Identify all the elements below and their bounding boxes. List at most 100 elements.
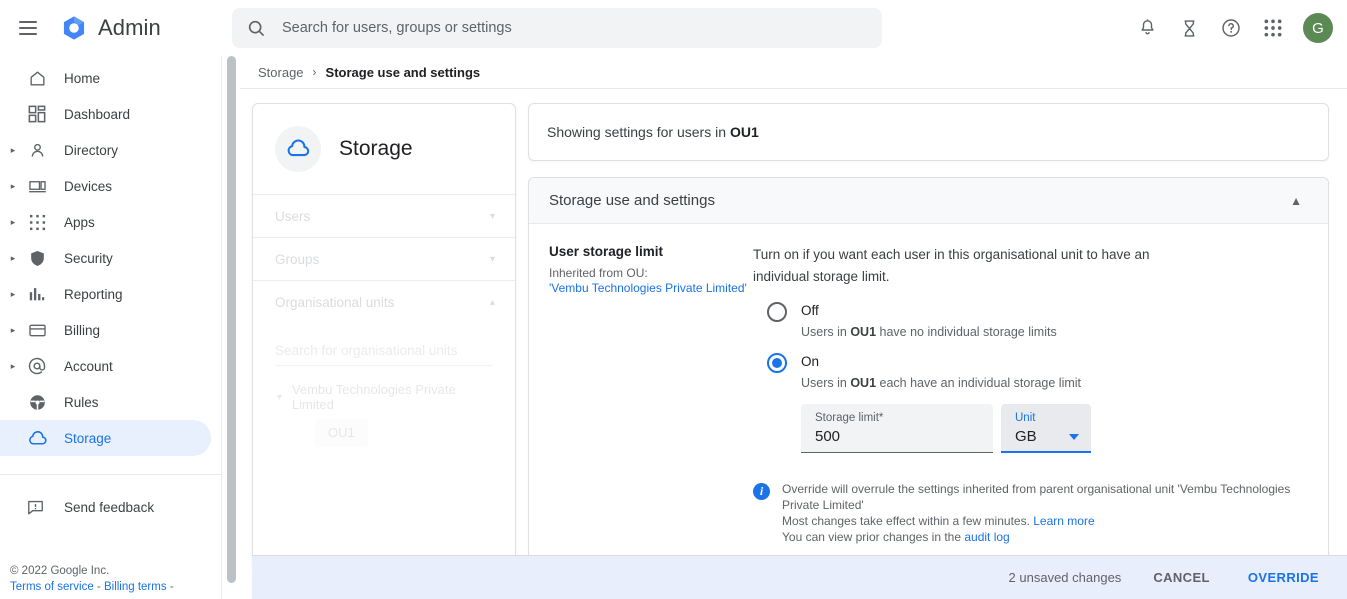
- ou-tree-panel: ▼ Vembu Technologies Private Limited OU1: [253, 323, 515, 447]
- breadcrumb-separator: ›: [312, 65, 317, 79]
- chevron-right-icon[interactable]: ▸: [8, 325, 18, 335]
- chevron-down-icon: ▾: [489, 253, 495, 265]
- caret-down-icon[interactable]: ▼: [275, 392, 284, 402]
- settings-column: Showing settings for users in OU1 Storag…: [528, 103, 1329, 570]
- sub-prefix: Users in: [801, 325, 847, 339]
- settings-section-body: User storage limit Inherited from OU: 'V…: [529, 224, 1328, 569]
- ou-tree: ▼ Vembu Technologies Private Limited OU1: [275, 382, 493, 447]
- sidebar-item-security[interactable]: ▸ Security: [0, 240, 211, 276]
- sidebar-item-reporting[interactable]: ▸ Reporting: [0, 276, 211, 312]
- breadcrumb: Storage › Storage use and settings: [240, 56, 1347, 88]
- inherited-label: Inherited from OU:: [549, 266, 648, 280]
- help-icon[interactable]: [1211, 8, 1251, 48]
- copyright-text: © 2022 Google Inc.: [10, 565, 110, 577]
- google-admin-logo-icon: [63, 16, 85, 40]
- storage-card-row-organisational-units[interactable]: Organisational units ▴: [253, 280, 515, 323]
- info-icon: i: [753, 483, 770, 500]
- admin-brand[interactable]: Admin: [60, 14, 161, 42]
- chevron-right-icon[interactable]: ▸: [8, 181, 18, 191]
- billing-terms-link[interactable]: Billing terms: [104, 581, 167, 593]
- dropdown-caret-icon[interactable]: [1069, 434, 1079, 440]
- unit-value: GB: [1015, 428, 1037, 445]
- hamburger-icon[interactable]: [4, 4, 52, 52]
- info-line-2: Most changes take effect within a few mi…: [782, 513, 1302, 529]
- terms-of-service-link[interactable]: Terms of service: [10, 581, 94, 593]
- sidebar-divider: [0, 474, 221, 475]
- credit-card-icon: [26, 319, 48, 341]
- learn-more-link[interactable]: Learn more: [1033, 514, 1094, 528]
- inherited-from-text: Inherited from OU: 'Vembu Technologies P…: [549, 266, 753, 296]
- row-label: Users: [275, 208, 311, 224]
- hourglass-icon[interactable]: [1169, 8, 1209, 48]
- sidebar-item-account[interactable]: ▸ Account: [0, 348, 211, 384]
- avatar[interactable]: G: [1303, 13, 1333, 43]
- override-info-text: Override will overrule the settings inhe…: [782, 481, 1302, 545]
- sidebar-item-label: Reporting: [64, 286, 123, 302]
- sidebar-item-rules[interactable]: Rules: [0, 384, 211, 420]
- radio-off-input[interactable]: [767, 302, 787, 322]
- override-button[interactable]: OVERRIDE: [1242, 562, 1325, 593]
- chevron-right-icon[interactable]: ▸: [8, 253, 18, 263]
- apps-grid-icon[interactable]: [1253, 8, 1293, 48]
- sidebar-item-label: Devices: [64, 178, 113, 194]
- ou-tree-item-ou1[interactable]: OU1: [315, 418, 368, 447]
- storage-card-header: Storage: [253, 104, 515, 194]
- home-icon: [26, 67, 48, 89]
- unit-label: Unit: [1015, 412, 1036, 424]
- sidebar-item-label: Apps: [64, 214, 95, 230]
- sidebar-item-directory[interactable]: ▸ Directory: [0, 132, 211, 168]
- storage-limit-input[interactable]: [815, 428, 979, 445]
- radio-off-sublabel: Users in OU1 have no individual storage …: [801, 325, 1057, 339]
- person-icon: [26, 139, 48, 161]
- panes: Storage Users ▾ Groups ▾ Organisational …: [240, 89, 1347, 577]
- sidebar-nav: Home Dashboard ▸ Directory ▸ Devices ▸ A…: [0, 56, 222, 599]
- sidebar-item-storage[interactable]: Storage: [0, 420, 211, 456]
- chevron-right-icon[interactable]: ▸: [8, 145, 18, 155]
- sidebar-item-apps[interactable]: ▸ Apps: [0, 204, 211, 240]
- search-input[interactable]: [282, 20, 868, 36]
- sub-suffix: each have an individual storage limit: [879, 376, 1082, 390]
- dashboard-icon: [26, 103, 48, 125]
- sub-prefix: Users in: [801, 376, 847, 390]
- sidebar-item-dashboard[interactable]: Dashboard: [0, 96, 211, 132]
- sidebar-item-label: Security: [64, 250, 113, 266]
- radio-option-on[interactable]: On Users in OU1 each have an individual …: [753, 353, 1308, 390]
- inherited-ou-link[interactable]: 'Vembu Technologies Private Limited': [549, 281, 753, 296]
- storage-avatar: [275, 126, 321, 172]
- row-label: Organisational units: [275, 294, 395, 310]
- ou-tree-root[interactable]: ▼ Vembu Technologies Private Limited: [275, 382, 493, 412]
- settings-section-header[interactable]: Storage use and settings ▲: [529, 178, 1328, 224]
- sidebar-item-billing[interactable]: ▸ Billing: [0, 312, 211, 348]
- send-feedback-button[interactable]: Send feedback: [0, 487, 221, 527]
- chevron-right-icon[interactable]: ▸: [8, 217, 18, 227]
- setting-control-column: Turn on if you want each user in this or…: [753, 244, 1308, 549]
- sub-suffix: have no individual storage limits: [879, 325, 1057, 339]
- feedback-icon: [26, 498, 45, 517]
- chevron-right-icon[interactable]: ▸: [8, 361, 18, 371]
- cloud-icon: [26, 427, 48, 449]
- save-action-bar: 2 unsaved changes CANCEL OVERRIDE: [252, 555, 1347, 599]
- notifications-icon[interactable]: [1127, 8, 1167, 48]
- radio-on-input[interactable]: [767, 353, 787, 373]
- unit-select[interactable]: Unit GB: [1001, 404, 1091, 453]
- storage-card-row-groups[interactable]: Groups ▾: [253, 237, 515, 280]
- sidebar-item-devices[interactable]: ▸ Devices: [0, 168, 211, 204]
- search-bar[interactable]: [232, 8, 882, 48]
- sub-ou: OU1: [850, 376, 877, 390]
- cancel-button[interactable]: CANCEL: [1147, 562, 1216, 593]
- ou-search-input[interactable]: [275, 339, 493, 366]
- chevron-up-icon[interactable]: ▲: [1290, 194, 1302, 208]
- chevron-up-icon: ▴: [489, 296, 495, 308]
- storage-card-row-users[interactable]: Users ▾: [253, 194, 515, 237]
- breadcrumb-storage[interactable]: Storage: [258, 65, 304, 80]
- setting-label-column: User storage limit Inherited from OU: 'V…: [549, 244, 753, 549]
- sidebar-item-label: Directory: [64, 142, 119, 158]
- info-line-3-text: You can view prior changes in the: [782, 530, 962, 544]
- chevron-right-icon[interactable]: ▸: [8, 289, 18, 299]
- sidebar-scrollbar[interactable]: [227, 56, 236, 583]
- storage-limit-field[interactable]: Storage limit*: [801, 404, 993, 453]
- sidebar-item-home[interactable]: Home: [0, 60, 211, 96]
- radio-option-off[interactable]: Off Users in OU1 have no individual stor…: [753, 302, 1308, 339]
- audit-log-link[interactable]: audit log: [964, 530, 1009, 544]
- override-info-notice: i Override will overrule the settings in…: [753, 481, 1308, 545]
